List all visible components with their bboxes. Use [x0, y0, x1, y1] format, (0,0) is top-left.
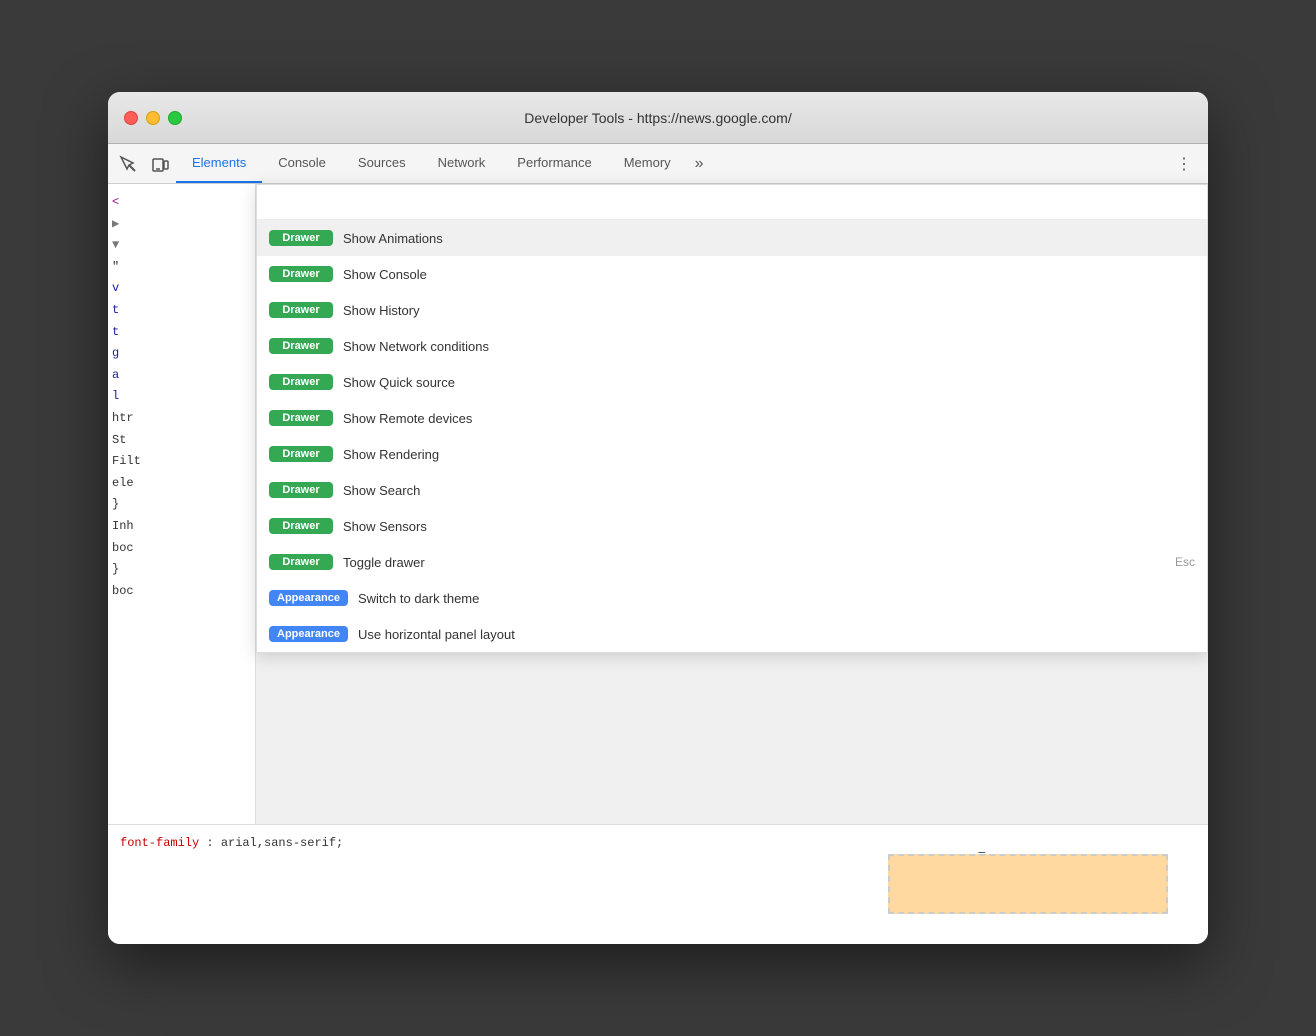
tab-memory[interactable]: Memory [608, 144, 687, 183]
lp-line-6: t [112, 300, 251, 322]
lp-line-19: boc [112, 581, 251, 603]
menu-label-show-animations: Show Animations [343, 231, 443, 246]
title-bar: Developer Tools - https://news.google.co… [108, 92, 1208, 144]
bottom-panel: font-family : arial,sans-serif; − [108, 824, 1208, 944]
element-preview-minus: − [978, 846, 986, 862]
menu-item-show-sensors[interactable]: Drawer Show Sensors [257, 508, 1207, 544]
badge-drawer-network-conditions: Drawer [269, 338, 333, 354]
lp-line-9: a [112, 365, 251, 387]
menu-item-show-animations[interactable]: Drawer Show Animations [257, 220, 1207, 256]
menu-item-dark-theme[interactable]: Appearance Switch to dark theme [257, 580, 1207, 616]
minimize-button[interactable] [146, 111, 160, 125]
menu-item-toggle-drawer[interactable]: Drawer Toggle drawer Esc [257, 544, 1207, 580]
lp-line-10: l [112, 386, 251, 408]
tab-sources[interactable]: Sources [342, 144, 422, 183]
lp-line-1: < [112, 192, 251, 214]
command-search-input[interactable] [269, 193, 1195, 209]
tab-console[interactable]: Console [262, 144, 342, 183]
lp-line-14: ele [112, 473, 251, 495]
badge-drawer-console: Drawer [269, 266, 333, 282]
code-value-font-family: : arial,sans-serif; [206, 836, 343, 850]
menu-item-show-search[interactable]: Drawer Show Search [257, 472, 1207, 508]
menu-label-show-rendering: Show Rendering [343, 447, 439, 462]
lp-line-13: Filt [112, 451, 251, 473]
code-property-font-family: font-family [120, 836, 199, 850]
menu-label-show-history: Show History [343, 303, 420, 318]
badge-drawer-remote-devices: Drawer [269, 410, 333, 426]
menu-item-show-quick-source[interactable]: Drawer Show Quick source [257, 364, 1207, 400]
devtools-window: Developer Tools - https://news.google.co… [108, 92, 1208, 944]
lp-line-5: v [112, 278, 251, 300]
badge-appearance-horizontal-layout: Appearance [269, 626, 348, 642]
badge-drawer-animations: Drawer [269, 230, 333, 246]
menu-label-show-search: Show Search [343, 483, 420, 498]
tab-performance[interactable]: Performance [501, 144, 607, 183]
menu-item-show-console[interactable]: Drawer Show Console [257, 256, 1207, 292]
badge-drawer-history: Drawer [269, 302, 333, 318]
lp-line-7: t [112, 322, 251, 344]
shortcut-toggle-drawer: Esc [1175, 555, 1195, 569]
lp-line-4: " [112, 257, 251, 279]
menu-label-show-quick-source: Show Quick source [343, 375, 455, 390]
tab-network[interactable]: Network [422, 144, 502, 183]
command-menu: Drawer Show Animations Drawer Show Conso… [256, 184, 1208, 653]
menu-label-toggle-drawer: Toggle drawer [343, 555, 425, 570]
lp-line-11: htr [112, 408, 251, 430]
menu-item-show-rendering[interactable]: Drawer Show Rendering [257, 436, 1207, 472]
element-preview-box: − [888, 854, 1168, 914]
settings-icon[interactable]: ⋮ [1168, 148, 1200, 180]
lp-line-16: Inh [112, 516, 251, 538]
lp-line-15: } [112, 494, 251, 516]
toolbar: Elements Console Sources Network Perform… [108, 144, 1208, 184]
menu-label-show-sensors: Show Sensors [343, 519, 427, 534]
lp-line-18: } [112, 559, 251, 581]
maximize-button[interactable] [168, 111, 182, 125]
badge-drawer-search: Drawer [269, 482, 333, 498]
badge-drawer-sensors: Drawer [269, 518, 333, 534]
toolbar-right: ⋮ [1168, 148, 1204, 180]
menu-label-show-console: Show Console [343, 267, 427, 282]
more-tabs-button[interactable]: » [687, 144, 712, 183]
lp-line-17: boc [112, 538, 251, 560]
menu-item-show-network-conditions[interactable]: Drawer Show Network conditions [257, 328, 1207, 364]
menu-label-show-network-conditions: Show Network conditions [343, 339, 489, 354]
menu-item-show-remote-devices[interactable]: Drawer Show Remote devices [257, 400, 1207, 436]
lp-line-2: ▶ [112, 214, 251, 236]
badge-drawer-rendering: Drawer [269, 446, 333, 462]
badge-drawer-toggle: Drawer [269, 554, 333, 570]
lp-line-8: g [112, 343, 251, 365]
lp-line-3: ▼ [112, 235, 251, 257]
menu-label-show-remote-devices: Show Remote devices [343, 411, 472, 426]
badge-appearance-dark-theme: Appearance [269, 590, 348, 606]
badge-drawer-quick-source: Drawer [269, 374, 333, 390]
menu-item-show-history[interactable]: Drawer Show History [257, 292, 1207, 328]
code-line-font-family: font-family : arial,sans-serif; [120, 833, 1196, 855]
menu-label-horizontal-layout: Use horizontal panel layout [358, 627, 515, 642]
menu-list: Drawer Show Animations Drawer Show Conso… [257, 220, 1207, 652]
inspect-icon[interactable] [112, 148, 144, 180]
tab-elements[interactable]: Elements [176, 144, 262, 183]
elements-tree: < ▶ ▼ " v t t g a l htr St Filt ele } In… [108, 184, 255, 610]
menu-item-horizontal-layout[interactable]: Appearance Use horizontal panel layout [257, 616, 1207, 652]
traffic-lights [124, 111, 182, 125]
device-icon[interactable] [144, 148, 176, 180]
menu-label-dark-theme: Switch to dark theme [358, 591, 479, 606]
lp-line-12: St [112, 430, 251, 452]
close-button[interactable] [124, 111, 138, 125]
tab-bar: Elements Console Sources Network Perform… [176, 144, 712, 183]
window-title: Developer Tools - https://news.google.co… [524, 110, 791, 126]
main-area: < ▶ ▼ " v t t g a l htr St Filt ele } In… [108, 184, 1208, 944]
search-wrap [257, 185, 1207, 220]
